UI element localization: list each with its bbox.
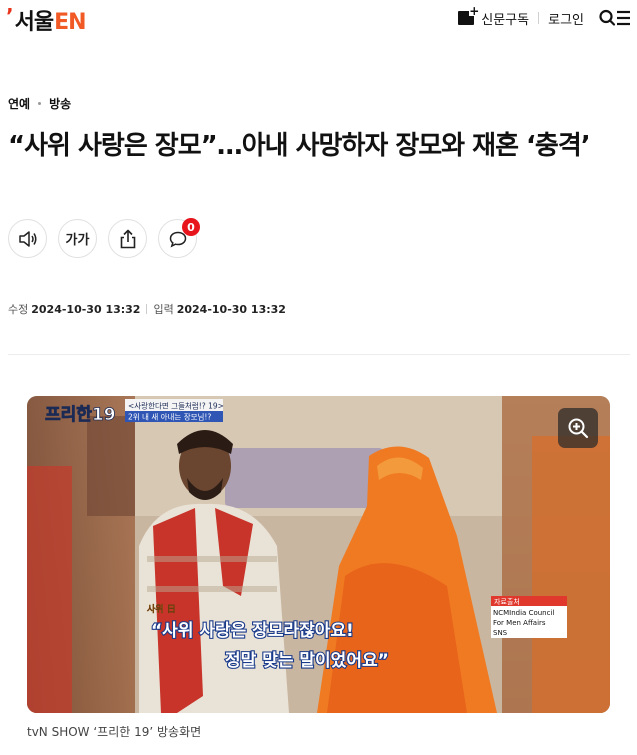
zoom-button[interactable] bbox=[558, 408, 598, 448]
modified-date: 2024-10-30 13:32 bbox=[31, 302, 141, 316]
share-button[interactable] bbox=[108, 219, 147, 258]
site-logo[interactable]: ’ 서울 EN bbox=[6, 4, 87, 35]
breadcrumb: 연예 방송 bbox=[8, 95, 71, 112]
logo-text: 서울 bbox=[14, 10, 54, 35]
show-logo: 프리한19 bbox=[45, 405, 116, 425]
breadcrumb-dot bbox=[38, 102, 42, 105]
speaker-icon bbox=[18, 230, 36, 247]
source-label: 자료출처 bbox=[494, 597, 520, 606]
font-size-label: 가가 bbox=[65, 233, 90, 248]
zoom-in-icon bbox=[568, 418, 589, 439]
header-separator bbox=[538, 12, 540, 24]
comment-count-badge: 0 bbox=[182, 218, 200, 236]
photo-image: 프리한19 <사랑한다면 그들처럼!? 19> 2위 내 새 아내는 장모님!?… bbox=[27, 396, 610, 713]
modified-label: 수정 bbox=[8, 303, 29, 316]
article-photo[interactable]: 프리한19 <사랑한다면 그들처럼!? 19> 2위 내 새 아내는 장모님!?… bbox=[27, 396, 610, 713]
article-toolbar: 가가 0 bbox=[8, 218, 200, 258]
source-line1: NCMIndia Council bbox=[493, 609, 554, 617]
published-label: 입력 bbox=[153, 303, 174, 316]
font-size-button[interactable]: 가가 bbox=[58, 219, 97, 258]
banner-line2: 2위 내 새 아내는 장모님!? bbox=[128, 412, 211, 422]
subtitle-line1: “사위 사랑은 장모라잖아요! bbox=[151, 621, 354, 641]
search-menu-icon bbox=[599, 9, 630, 26]
photo-caption: tvN SHOW ‘프리한 19’ 방송화면 bbox=[27, 725, 202, 739]
subscribe-label: 신문구독 bbox=[481, 12, 530, 28]
comment-button[interactable]: 0 bbox=[158, 218, 200, 258]
published-date: 2024-10-30 13:32 bbox=[176, 302, 286, 316]
article-title: “사위 사랑은 장모”…아내 사망하자 장모와 재혼 ‘충격’ bbox=[8, 131, 591, 161]
header-actions: 신문구독 로그인 bbox=[458, 6, 631, 28]
site-header: ’ 서울 EN 신문구독 로그인 bbox=[0, 0, 637, 40]
newspaper-icon bbox=[458, 6, 480, 25]
section-divider bbox=[8, 354, 630, 355]
date-separator bbox=[146, 304, 148, 314]
breadcrumb-category[interactable]: 연예 bbox=[8, 95, 30, 112]
logo-en: EN bbox=[54, 10, 86, 35]
source-line3: SNS bbox=[493, 629, 508, 637]
logo-mark: ’ bbox=[6, 4, 14, 28]
login-link[interactable]: 로그인 bbox=[548, 9, 584, 28]
speaker-tag: 사위 日 bbox=[147, 603, 176, 615]
source-line2: For Men Affairs bbox=[493, 619, 546, 627]
share-icon bbox=[120, 229, 135, 248]
banner-line1: <사랑한다면 그들처럼!? 19> bbox=[128, 401, 224, 411]
search-menu-button[interactable] bbox=[599, 9, 631, 27]
subscribe-button[interactable]: 신문구독 bbox=[458, 6, 530, 28]
subtitle-line2: 정말 맞는 말이었어요” bbox=[225, 650, 389, 671]
breadcrumb-subcategory[interactable]: 방송 bbox=[49, 95, 71, 112]
article-dates: 수정 2024-10-30 13:32 입력 2024-10-30 13:32 bbox=[8, 301, 286, 317]
listen-button[interactable] bbox=[8, 219, 47, 258]
